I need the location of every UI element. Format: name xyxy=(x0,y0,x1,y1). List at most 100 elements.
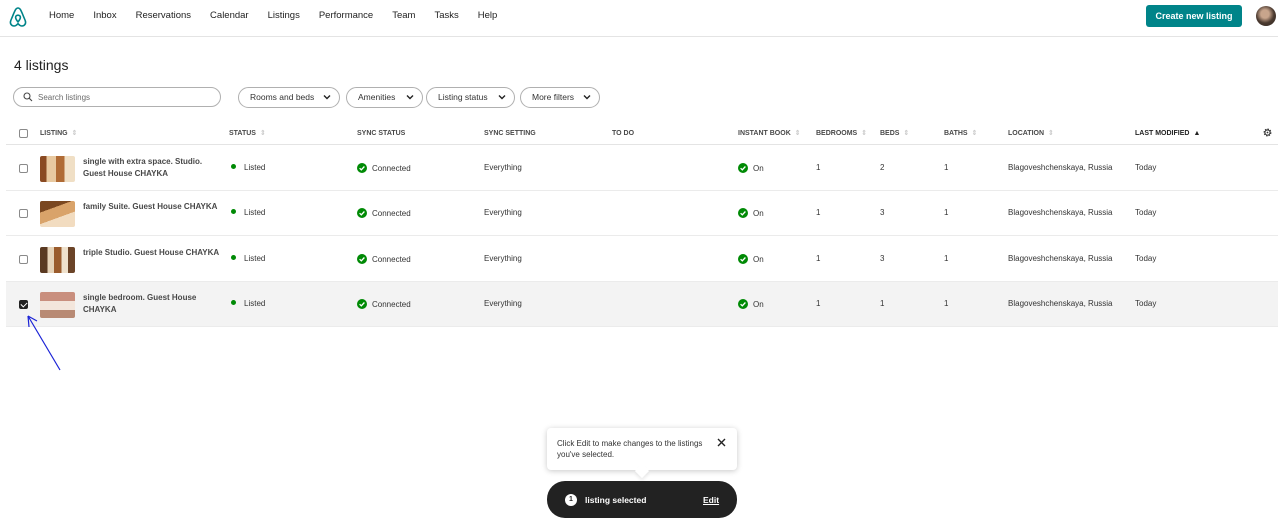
check-circle-icon xyxy=(738,208,748,218)
sync-status-cell: Connected xyxy=(357,163,411,174)
column-header-last-modified[interactable]: LAST MODIFIED ▲ xyxy=(1135,129,1200,138)
table-row[interactable]: triple Studio. Guest House CHAYKA Listed… xyxy=(6,237,1278,282)
close-icon[interactable] xyxy=(717,438,726,447)
status-cell: Listed xyxy=(231,163,265,173)
search-input[interactable] xyxy=(38,90,213,104)
listing-name[interactable]: triple Studio. Guest House CHAYKA xyxy=(83,247,223,259)
sync-setting-cell: Everything xyxy=(484,299,522,308)
bedrooms-cell: 1 xyxy=(816,299,821,308)
rooms-and-beds-filter[interactable]: Rooms and beds xyxy=(238,87,340,108)
column-header-sync-setting: SYNC SETTING xyxy=(484,130,536,137)
bedrooms-cell: 1 xyxy=(816,254,821,263)
selection-label: listing selected xyxy=(585,495,647,505)
listing-status-filter[interactable]: Listing status xyxy=(426,87,515,108)
column-header-bedrooms[interactable]: BEDROOMS ⇕ xyxy=(816,129,867,138)
last-modified-cell: Today xyxy=(1135,254,1157,263)
listing-thumbnail[interactable] xyxy=(40,156,75,182)
status-cell: Listed xyxy=(231,299,265,309)
sort-icon: ⇕ xyxy=(71,130,78,137)
select-all-checkbox[interactable] xyxy=(19,129,28,138)
baths-cell: 1 xyxy=(944,163,949,172)
top-nav: Home Inbox Reservations Calendar Listing… xyxy=(0,0,1278,37)
row-checkbox[interactable] xyxy=(19,209,28,218)
bedrooms-cell: 1 xyxy=(816,163,821,172)
sync-setting-cell: Everything xyxy=(484,254,522,263)
table-header: LISTING ⇕ STATUS ⇕ SYNC STATUS SYNC SETTIN… xyxy=(6,124,1278,145)
instant-book-cell: On xyxy=(738,254,764,265)
amenities-filter[interactable]: Amenities xyxy=(346,87,423,108)
selected-count-badge: 1 xyxy=(565,494,577,506)
sort-icon: ⇕ xyxy=(861,130,868,137)
beds-cell: 1 xyxy=(880,299,885,308)
nav-help[interactable]: Help xyxy=(478,10,498,22)
nav-team[interactable]: Team xyxy=(392,10,415,22)
edit-button[interactable]: Edit xyxy=(703,494,719,506)
nav-inbox[interactable]: Inbox xyxy=(93,10,116,22)
tooltip-arrow xyxy=(634,463,650,479)
instant-book-cell: On xyxy=(738,208,764,219)
status-dot-icon xyxy=(231,209,236,214)
page-title: 4 listings xyxy=(14,57,69,73)
column-header-listing[interactable]: LISTING ⇕ xyxy=(40,129,78,138)
airbnb-logo-icon[interactable] xyxy=(8,6,28,28)
column-header-status[interactable]: STATUS ⇕ xyxy=(229,129,266,138)
listing-name[interactable]: single bedroom. Guest House CHAYKA xyxy=(83,292,223,316)
filter-label: Listing status xyxy=(438,92,488,102)
check-circle-icon xyxy=(357,163,367,173)
row-checkbox-checked[interactable] xyxy=(19,300,28,309)
last-modified-cell: Today xyxy=(1135,163,1157,172)
search-icon xyxy=(23,92,33,102)
row-checkbox[interactable] xyxy=(19,255,28,264)
beds-cell: 3 xyxy=(880,208,885,217)
sync-status-cell: Connected xyxy=(357,299,411,310)
status-cell: Listed xyxy=(231,254,265,264)
search-box[interactable] xyxy=(13,87,221,107)
beds-cell: 2 xyxy=(880,163,885,172)
avatar[interactable] xyxy=(1256,6,1276,26)
column-header-location[interactable]: LOCATION ⇕ xyxy=(1008,129,1054,138)
instant-book-cell: On xyxy=(738,163,764,174)
status-dot-icon xyxy=(231,255,236,260)
nav-listings[interactable]: Listings xyxy=(268,10,300,22)
nav-home[interactable]: Home xyxy=(49,10,74,22)
row-checkbox[interactable] xyxy=(19,164,28,173)
nav-tasks[interactable]: Tasks xyxy=(434,10,458,22)
filter-label: Rooms and beds xyxy=(250,92,315,102)
location-cell: Blagoveshchenskaya, Russia xyxy=(1008,254,1113,263)
gear-icon[interactable] xyxy=(1262,127,1273,138)
status-dot-icon xyxy=(231,164,236,169)
baths-cell: 1 xyxy=(944,254,949,263)
sort-icon: ⇕ xyxy=(259,130,266,137)
sort-icon: ⇕ xyxy=(1048,130,1054,137)
more-filters-button[interactable]: More filters xyxy=(520,87,600,108)
column-header-to-do: TO DO xyxy=(612,130,635,137)
sync-status-cell: Connected xyxy=(357,254,411,265)
edit-hint-tooltip: Click Edit to make changes to the listin… xyxy=(547,428,737,479)
column-header-baths[interactable]: BATHS ⇕ xyxy=(944,129,977,138)
baths-cell: 1 xyxy=(944,299,949,308)
main-nav: Home Inbox Reservations Calendar Listing… xyxy=(49,10,516,22)
selection-bar: 1 listing selected Edit xyxy=(547,481,737,518)
create-listing-button[interactable]: Create new listing xyxy=(1146,5,1242,27)
nav-reservations[interactable]: Reservations xyxy=(136,10,191,22)
column-header-instant-book[interactable]: INSTANT BOOK ⇕ xyxy=(738,129,801,138)
table-row[interactable]: family Suite. Guest House CHAYKA Listed … xyxy=(6,191,1278,236)
column-header-beds[interactable]: BEDS ⇕ xyxy=(880,129,909,138)
check-circle-icon xyxy=(738,299,748,309)
sort-ascending-icon: ▲ xyxy=(1193,130,1201,137)
location-cell: Blagoveshchenskaya, Russia xyxy=(1008,208,1113,217)
table-row[interactable]: single with extra space. Studio. Guest H… xyxy=(6,146,1278,191)
listing-name[interactable]: family Suite. Guest House CHAYKA xyxy=(83,201,223,213)
table-row-selected[interactable]: single bedroom. Guest House CHAYKA Liste… xyxy=(6,282,1278,327)
instant-book-cell: On xyxy=(738,299,764,310)
status-dot-icon xyxy=(231,300,236,305)
listing-thumbnail[interactable] xyxy=(40,247,75,273)
sort-icon: ⇕ xyxy=(971,130,978,137)
chevron-down-icon xyxy=(323,95,331,100)
nav-performance[interactable]: Performance xyxy=(319,10,373,22)
listing-name[interactable]: single with extra space. Studio. Guest H… xyxy=(83,156,223,180)
check-circle-icon xyxy=(738,163,748,173)
nav-calendar[interactable]: Calendar xyxy=(210,10,249,22)
chevron-down-icon xyxy=(406,95,414,100)
listing-thumbnail[interactable] xyxy=(40,201,75,227)
